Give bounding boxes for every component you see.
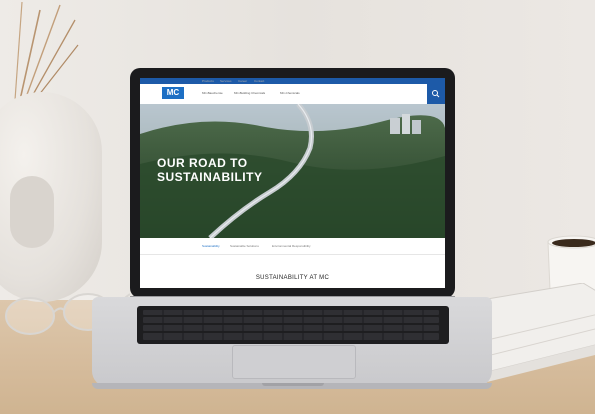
subnav-item[interactable]: Sustainable Solutions <box>230 244 259 248</box>
menu-item[interactable]: MC-Building Chemicals <box>234 91 265 95</box>
hero-banner: OUR ROAD TO SUSTAINABILITY <box>140 104 445 238</box>
subnav-item[interactable]: Environmental Responsibility <box>272 244 311 248</box>
laptop-screen: MC MC-Bauchemie MC-Building Chemicals MC… <box>140 78 445 288</box>
top-nav-item[interactable]: Career <box>238 79 247 83</box>
search-icon <box>432 90 440 98</box>
search-button[interactable] <box>427 84 445 104</box>
top-nav-item[interactable]: Contact <box>254 79 264 83</box>
laptop-notch <box>262 383 324 386</box>
laptop-trackpad <box>232 345 356 379</box>
menu-item[interactable]: MC-Bauchemie <box>202 91 223 95</box>
hero-headline: OUR ROAD TO SUSTAINABILITY <box>157 156 262 184</box>
section-subnav: Sustainability Sustainable Solutions Env… <box>140 238 445 255</box>
section-title: SUSTAINABILITY AT MC <box>255 275 330 281</box>
vase-opening <box>10 176 54 248</box>
top-nav-item[interactable]: Services <box>220 79 232 83</box>
top-nav-item[interactable]: Products <box>202 79 214 83</box>
subnav-item[interactable]: Sustainability <box>202 244 220 248</box>
website-navbar: MC MC-Bauchemie MC-Building Chemicals MC… <box>140 79 445 104</box>
hero-headline-line2: SUSTAINABILITY <box>157 170 263 184</box>
dried-branches <box>14 1 79 100</box>
hero-headline-line1: OUR ROAD TO <box>157 156 248 170</box>
keyboard-keys <box>143 310 439 340</box>
laptop-keyboard <box>137 306 449 344</box>
mc-logo[interactable]: MC <box>162 87 184 99</box>
menu-item[interactable]: MC-Chemicals <box>280 91 300 95</box>
photo-scene: MC MC-Bauchemie MC-Building Chemicals MC… <box>0 0 595 414</box>
